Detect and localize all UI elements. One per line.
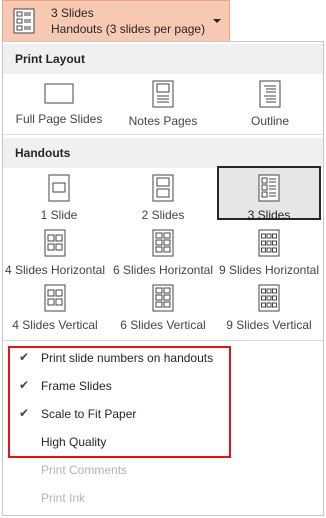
- option-label: 3 Slides: [247, 208, 291, 222]
- full-page-slide-icon: [44, 83, 74, 104]
- divider: [3, 134, 323, 135]
- dropdown-text: 3 Slides Handouts (3 slides per page): [51, 5, 205, 37]
- option-outline[interactable]: Outline: [218, 80, 322, 128]
- six-slides-horizontal-icon: [152, 229, 174, 257]
- option-label: 9 Slides Vertical: [226, 318, 312, 332]
- option-label: Print Ink: [41, 491, 86, 505]
- option-label: 2 Slides: [141, 208, 185, 222]
- one-slide-icon: [48, 174, 70, 202]
- option-label: 1 Slide: [40, 208, 78, 222]
- four-slides-horizontal-icon: [44, 229, 66, 257]
- six-slides-vertical-icon: [152, 284, 174, 312]
- option-4-slides-vertical[interactable]: 4 Slides Vertical: [3, 284, 107, 332]
- option-6-slides-horizontal[interactable]: 6 Slides Horizontal: [111, 229, 215, 277]
- print-layout-menu: Print Layout Full Page Slides Notes Page…: [2, 41, 324, 516]
- option-label: 6 Slides Horizontal: [112, 263, 214, 277]
- nine-slides-vertical-icon: [258, 284, 280, 312]
- three-slides-handout-icon: [13, 8, 35, 34]
- chevron-down-icon: [213, 19, 221, 23]
- option-6-slides-vertical[interactable]: 6 Slides Vertical: [111, 284, 215, 332]
- option-full-page-slides[interactable]: Full Page Slides: [7, 82, 111, 126]
- nine-slides-horizontal-icon: [258, 229, 280, 257]
- option-label: Full Page Slides: [15, 112, 103, 126]
- option-print-ink: Print Ink: [3, 484, 323, 512]
- option-label: 9 Slides Horizontal: [218, 263, 320, 277]
- option-label: 6 Slides Vertical: [120, 318, 206, 332]
- option-label: 4 Slides Horizontal: [4, 263, 106, 277]
- notes-page-icon: [152, 80, 174, 108]
- dropdown-line2: Handouts (3 slides per page): [51, 22, 206, 36]
- option-label: Outline: [250, 114, 290, 128]
- highlight-box: [8, 346, 231, 458]
- four-slides-vertical-icon: [44, 284, 66, 312]
- option-9-slides-vertical[interactable]: 9 Slides Vertical: [217, 284, 321, 332]
- option-2-slides[interactable]: 2 Slides: [111, 174, 215, 222]
- option-4-slides-horizontal[interactable]: 4 Slides Horizontal: [3, 229, 107, 277]
- three-slides-icon: [258, 174, 280, 202]
- outline-icon: [259, 80, 281, 108]
- option-notes-pages[interactable]: Notes Pages: [111, 80, 215, 128]
- option-9-slides-horizontal[interactable]: 9 Slides Horizontal: [217, 229, 321, 277]
- option-3-slides[interactable]: 3 Slides: [217, 166, 321, 222]
- option-label: Print Comments: [41, 463, 128, 477]
- dropdown-line1: 3 Slides: [51, 6, 94, 20]
- two-slides-icon: [152, 174, 174, 202]
- print-layout-dropdown[interactable]: 3 Slides Handouts (3 slides per page): [2, 0, 230, 42]
- divider: [3, 340, 323, 341]
- section-heading-print-layout: Print Layout: [3, 44, 323, 74]
- option-1-slide[interactable]: 1 Slide: [7, 174, 111, 222]
- option-label: Notes Pages: [128, 114, 198, 128]
- option-print-comments: Print Comments: [3, 456, 323, 484]
- option-label: 4 Slides Vertical: [12, 318, 98, 332]
- section-heading-handouts: Handouts: [3, 138, 323, 168]
